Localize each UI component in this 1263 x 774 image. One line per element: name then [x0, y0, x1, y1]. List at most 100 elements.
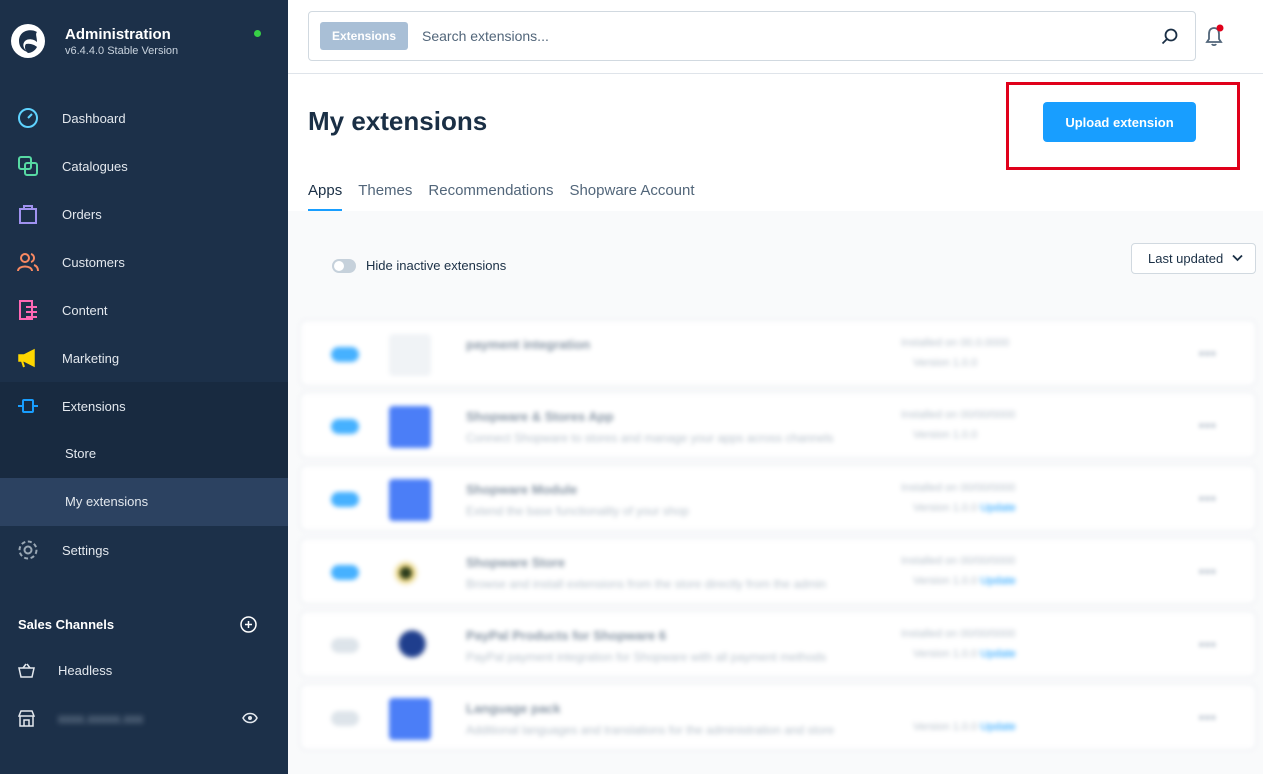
sidebar: Administration v6.4.4.0 Stable Version D… [0, 0, 288, 774]
content-icon [19, 300, 37, 320]
sort-select[interactable]: Last updated [1131, 243, 1256, 274]
upload-extension-button[interactable]: Upload extension [1043, 102, 1196, 142]
extension-version-text: Version 1.0.0 [913, 357, 978, 369]
catalogues-icon [18, 156, 38, 176]
extension-thumbnail [389, 479, 431, 521]
eye-icon[interactable] [242, 712, 258, 724]
extension-thumbnail [389, 625, 431, 667]
tab-recommendations[interactable]: Recommendations [428, 182, 553, 211]
storefront-icon [18, 710, 35, 727]
extension-name: Shopware & Stores App [466, 409, 614, 424]
context-menu-icon[interactable]: ••• [1199, 417, 1217, 433]
extension-update-link[interactable]: Update [980, 648, 1015, 660]
search-type-badge[interactable]: Extensions [320, 22, 408, 50]
extension-installed-date: Installed on 00/00/0000 [901, 409, 1016, 421]
extension-row[interactable]: Language pack Additional languages and tr… [300, 684, 1256, 750]
sales-channel-headless[interactable]: Headless [0, 650, 288, 690]
basket-icon [18, 663, 35, 678]
hide-inactive-toggle[interactable] [332, 259, 356, 273]
extension-description: Connect Shopware to stores and manage yo… [466, 431, 834, 445]
sales-channel-label: xxxx.xxxxx.xxx [58, 711, 144, 726]
extension-version: Version 1.0.0 Update [913, 502, 1016, 514]
extension-version: Version 1.0.0 [913, 357, 977, 369]
sidebar-subitem-label: Store [65, 446, 97, 461]
sidebar-item-extensions[interactable]: Extensions [0, 382, 288, 430]
search-input[interactable] [422, 24, 1122, 48]
sidebar-item-label: Settings [62, 542, 109, 558]
extension-version: Version 1.0.0 [913, 429, 977, 441]
extension-active-toggle[interactable] [331, 347, 359, 362]
sales-channel-storefront[interactable]: xxxx.xxxxx.xxx [0, 698, 288, 738]
dashboard-icon [18, 108, 38, 128]
extensions-icon [18, 399, 38, 413]
sidebar-item-settings[interactable]: Settings [0, 526, 288, 574]
sidebar-item-label: Marketing [62, 350, 120, 366]
extension-active-toggle[interactable] [331, 419, 359, 434]
extension-row[interactable]: PayPal Products for Shopware 6 PayPal pay… [300, 611, 1256, 677]
extension-row[interactable]: Shopware Module Extend the base functiona… [300, 465, 1256, 531]
extension-name: Shopware Store [466, 555, 565, 570]
status-indicator [254, 30, 261, 37]
orders-icon [19, 205, 37, 224]
sidebar-subitem-store[interactable]: Store [0, 430, 288, 478]
extension-active-toggle[interactable] [331, 565, 359, 580]
sidebar-item-label: Catalogues [62, 158, 128, 174]
extension-row[interactable]: Shopware Store Browse and install extensi… [300, 538, 1256, 604]
sort-select-value: Last updated [1148, 251, 1224, 266]
sales-channels-title: Sales Channels [18, 617, 115, 632]
extension-description: Extend the base functionality of your sh… [466, 504, 689, 518]
extension-version-text: Version 1.0.0 [913, 721, 978, 733]
content-header: My extensions Upload extension Apps Them… [288, 74, 1263, 211]
marketing-icon [18, 348, 35, 368]
sidebar-subitem-my-extensions[interactable]: My extensions [0, 478, 288, 526]
sidebar-item-dashboard[interactable]: Dashboard [0, 94, 288, 142]
extension-installed-date: Installed on 00.0.0000 [901, 337, 1010, 349]
extension-row[interactable]: payment integration Installed on 00.0.000… [300, 320, 1256, 386]
sidebar-item-orders[interactable]: Orders [0, 190, 288, 238]
extension-name: payment integration [466, 337, 591, 352]
sidebar-item-label: Dashboard [62, 110, 126, 126]
context-menu-icon[interactable]: ••• [1199, 345, 1217, 361]
tab-bar: Apps Themes Recommendations Shopware Acc… [308, 182, 711, 211]
context-menu-icon[interactable]: ••• [1199, 563, 1217, 579]
sidebar-item-catalogues[interactable]: Catalogues [0, 142, 288, 190]
context-menu-icon[interactable]: ••• [1199, 636, 1217, 652]
extension-update-link[interactable]: Update [980, 575, 1015, 587]
sidebar-item-content[interactable]: Content [0, 286, 288, 334]
page-title: My extensions [308, 106, 488, 136]
sidebar-item-customers[interactable]: Customers [0, 238, 288, 286]
app-title: Administration [65, 26, 171, 43]
extension-description: PayPal payment integration for Shopware … [466, 650, 827, 664]
search-icon[interactable] [1161, 28, 1178, 45]
extension-name: PayPal Products for Shopware 6 [466, 628, 667, 643]
notifications-bell-icon[interactable] [1202, 24, 1226, 48]
extension-version-text: Version 1.0.0 [913, 429, 978, 441]
extension-installed-date: Installed on 00/00/0000 [901, 482, 1016, 494]
shopware-logo-icon [11, 24, 45, 58]
extension-version-text: Version 1.0.0 [913, 575, 978, 587]
extension-version: Version 1.0.0 Update [913, 648, 1016, 660]
sales-channel-label: Headless [58, 663, 113, 678]
tab-apps[interactable]: Apps [308, 182, 343, 211]
extension-update-link[interactable]: Update [980, 502, 1015, 514]
extension-row[interactable]: Shopware & Stores App Connect Shopware to… [300, 392, 1256, 458]
extension-name: Shopware Module [466, 482, 578, 497]
extension-active-toggle[interactable] [331, 638, 359, 653]
add-sales-channel-icon[interactable] [240, 616, 257, 633]
extension-update-link[interactable]: Update [980, 721, 1015, 733]
tab-themes[interactable]: Themes [358, 182, 412, 211]
context-menu-icon[interactable]: ••• [1199, 490, 1217, 506]
sidebar-item-label: Content [62, 302, 108, 318]
sidebar-item-label: Customers [62, 254, 125, 270]
extension-version: Version 1.0.0 Update [913, 721, 1016, 733]
context-menu-icon[interactable]: ••• [1199, 709, 1217, 725]
chevron-down-icon [1232, 254, 1243, 262]
extension-active-toggle[interactable] [331, 711, 359, 726]
top-bar: Extensions [288, 0, 1263, 74]
extension-active-toggle[interactable] [331, 492, 359, 507]
sidebar-item-marketing[interactable]: Marketing [0, 334, 288, 382]
search-bar: Extensions [308, 11, 1196, 61]
extension-version: Version 1.0.0 Update [913, 575, 1016, 587]
tab-shopware-account[interactable]: Shopware Account [569, 182, 694, 211]
sidebar-item-label: Orders [62, 206, 102, 222]
